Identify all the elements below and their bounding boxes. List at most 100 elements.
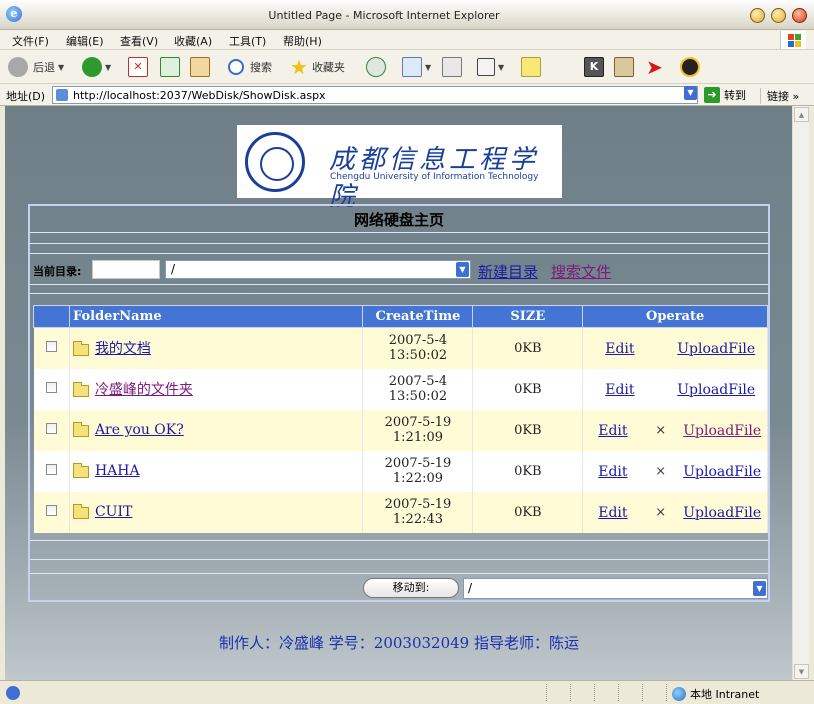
refresh-icon (160, 57, 180, 77)
home-icon (190, 57, 210, 77)
new-folder-link[interactable]: 新建目录 (478, 261, 538, 282)
mail-button[interactable]: ▼ (402, 55, 431, 79)
scroll-up-icon[interactable]: ▲ (794, 107, 809, 122)
folder-link[interactable]: 我的文档 (95, 341, 151, 357)
back-button[interactable]: 后退 ▼ (8, 55, 64, 79)
menu-view[interactable]: 查看(V) (120, 33, 158, 49)
folder-icon (72, 503, 89, 519)
forward-arrow-icon (82, 57, 102, 77)
favorites-label: 收藏夹 (311, 61, 345, 74)
row-checkbox[interactable] (45, 463, 57, 475)
divider (30, 232, 768, 233)
search-button[interactable]: 搜索 (228, 55, 272, 79)
folder-icon (72, 381, 89, 397)
menu-file[interactable]: 文件(F) (12, 33, 49, 49)
folder-link[interactable]: 冷盛峰的文件夹 (95, 382, 193, 398)
folder-size: 0KB (472, 327, 584, 369)
edit-page-button[interactable]: ▼ (477, 55, 504, 79)
table-row: 我的文档 2007-5-4 13:50:02 0KB Edit UploadFil… (33, 327, 768, 369)
logo-en-name: Chengdu University of Information Techno… (330, 172, 539, 182)
folder-icon (72, 462, 89, 478)
menu-edit[interactable]: 编辑(E) (66, 33, 104, 49)
row-checkbox[interactable] (45, 340, 57, 352)
table-row: CUIT 2007-5-19 1:22:43 0KB Edit × UploadF… (33, 491, 768, 533)
status-divider (546, 684, 547, 701)
status-bar: 本地 Intranet (0, 680, 814, 704)
divider (30, 243, 768, 244)
upload-file-link[interactable]: UploadFile (683, 423, 761, 439)
edit-link[interactable]: Edit (598, 464, 627, 480)
stop-button[interactable]: ✕ (128, 55, 148, 79)
menu-tools[interactable]: 工具(T) (229, 33, 266, 49)
upload-file-link[interactable]: UploadFile (683, 464, 761, 480)
scroll-down-icon[interactable]: ▼ (794, 664, 809, 679)
row-checkbox[interactable] (45, 504, 57, 516)
edit-link[interactable]: Edit (605, 341, 634, 357)
edit-link[interactable]: Edit (605, 382, 634, 398)
delete-button[interactable]: × (655, 423, 666, 438)
folder-link[interactable]: CUIT (95, 504, 132, 520)
go-label: 转到 (724, 89, 746, 102)
print-icon (442, 57, 462, 77)
address-label: 地址(D) (6, 90, 46, 103)
folder-link[interactable]: Are you OK? (95, 422, 184, 438)
books-icon (614, 57, 634, 77)
intranet-globe-icon (672, 687, 686, 701)
status-divider (594, 684, 595, 701)
maximize-button[interactable] (771, 8, 786, 23)
header-select (33, 305, 70, 328)
close-button[interactable] (792, 8, 807, 23)
chevron-down-icon: ▼ (425, 62, 432, 72)
edit-link[interactable]: Edit (598, 505, 627, 521)
qq-button[interactable] (680, 55, 700, 79)
create-time: 13:50:02 (388, 348, 448, 364)
folder-link[interactable]: HAHA (95, 463, 140, 479)
header-createtime: CreateTime (362, 305, 474, 328)
home-button[interactable] (190, 55, 210, 79)
header-foldername: FolderName (68, 305, 364, 328)
notes-button[interactable] (521, 55, 541, 79)
search-file-link[interactable]: 搜索文件 (551, 261, 611, 282)
current-dir-textbox[interactable] (92, 260, 160, 279)
tool-button[interactable] (614, 55, 634, 79)
upload-file-link[interactable]: UploadFile (683, 505, 761, 521)
toolbar: 后退 ▼ ▼ ✕ 搜索 ★ 收藏夹 ▼ ▼ K ➤ (0, 50, 814, 84)
status-divider (642, 684, 643, 701)
search-label: 搜索 (250, 61, 272, 74)
menu-favorites[interactable]: 收藏(A) (174, 33, 212, 49)
folder-table: FolderName CreateTime SIZE Operate 我的文档 … (33, 305, 768, 533)
address-input[interactable]: http://localhost:2037/WebDisk/ShowDisk.a… (52, 86, 698, 104)
vertical-scrollbar[interactable]: ▲ ▼ (792, 106, 809, 680)
history-button[interactable] (366, 55, 386, 79)
disk-panel: 网络硬盘主页 当前目录: / ▼ 新建目录 搜索文件 FolderName Cr… (28, 204, 770, 602)
links-button[interactable]: 链接 » (760, 88, 799, 104)
refresh-button[interactable] (160, 55, 180, 79)
row-checkbox[interactable] (45, 422, 57, 434)
divider (30, 284, 768, 285)
note-icon (521, 57, 541, 77)
back-arrow-icon (8, 57, 28, 77)
folder-icon (72, 421, 89, 437)
move-to-button[interactable]: 移动到: (363, 578, 459, 598)
menu-help[interactable]: 帮助(H) (283, 33, 322, 49)
back-label: 后退 (33, 61, 55, 74)
flashget-button[interactable]: ➤ (646, 55, 663, 79)
print-button[interactable] (442, 55, 462, 79)
upload-file-link[interactable]: UploadFile (677, 341, 755, 357)
status-divider (666, 684, 667, 701)
address-dropdown-icon[interactable]: ▼ (684, 86, 697, 100)
current-dir-select[interactable]: / ▼ (165, 260, 471, 279)
favorites-button[interactable]: ★ 收藏夹 (290, 55, 345, 79)
edit-link[interactable]: Edit (598, 423, 627, 439)
k-button[interactable]: K (584, 55, 604, 79)
delete-button[interactable]: × (655, 505, 666, 520)
chevron-down-icon: ▼ (105, 62, 112, 72)
upload-file-link[interactable]: UploadFile (677, 382, 755, 398)
go-button[interactable]: ➜ 转到 (704, 86, 746, 104)
move-target-select[interactable]: / ▼ (463, 578, 768, 599)
minimize-button[interactable] (750, 8, 765, 23)
chevron-down-icon: ▼ (58, 62, 65, 72)
delete-button[interactable]: × (655, 464, 666, 479)
forward-button[interactable]: ▼ (82, 55, 111, 79)
row-checkbox[interactable] (45, 381, 57, 393)
